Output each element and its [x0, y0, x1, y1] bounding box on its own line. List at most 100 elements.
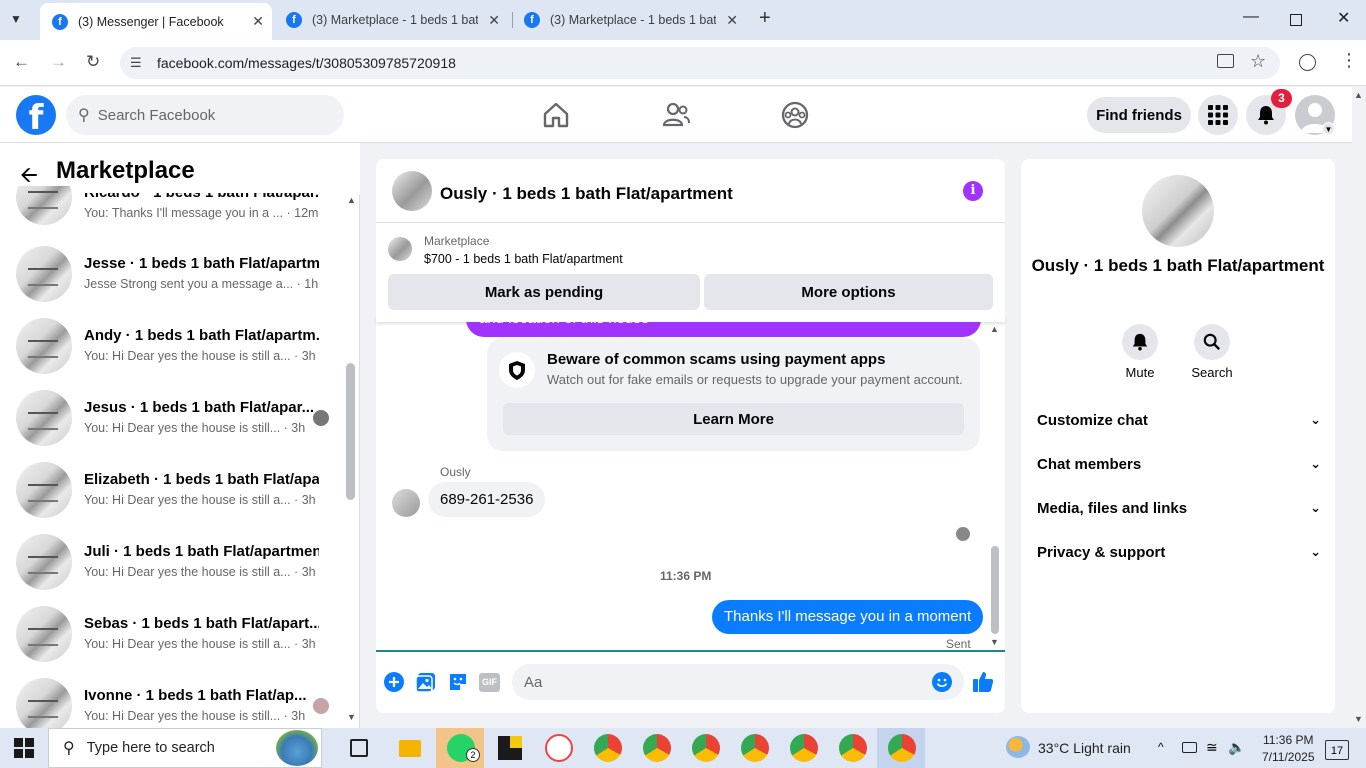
close-tab-icon[interactable]: ✕ [726, 12, 738, 29]
scroll-down-arrow-icon[interactable]: ▼ [990, 637, 999, 647]
conversation-item-elizabeth[interactable]: Elizabeth · 1 beds 1 bath Flat/apa... Yo… [0, 454, 345, 526]
conversation-item-ivonne[interactable]: Ivonne · 1 beds 1 bath Flat/ap... You: H… [0, 670, 345, 728]
gif-icon[interactable]: GIF [479, 673, 500, 692]
privacy-support-row[interactable]: Privacy & support ⌄ [1037, 544, 1321, 561]
incoming-message-bubble[interactable]: 689-261-2536 [428, 482, 546, 517]
read-receipt-avatar [313, 698, 329, 714]
scroll-up-arrow-icon[interactable]: ▲ [347, 195, 356, 205]
find-friends-button[interactable]: Find friends [1087, 97, 1191, 133]
windows-start-icon[interactable] [14, 738, 34, 758]
menu-grid-button[interactable] [1198, 95, 1238, 135]
task-view-icon[interactable] [350, 739, 368, 757]
conversation-item-ricardo[interactable]: Ricardo · 1 beds 1 bath Flat/apar... You… [0, 171, 345, 243]
tab-search-chevron-icon[interactable]: ▼ [10, 12, 22, 26]
browser-tab-marketplace-2[interactable]: f (3) Marketplace - 1 beds 1 bath ✕ [512, 0, 746, 40]
photo-icon[interactable] [415, 671, 437, 693]
chrome-profile-1-icon[interactable] [594, 734, 622, 762]
system-clock[interactable]: 11:36 PM 7/11/2025 [1262, 732, 1315, 766]
conversation-item-juli[interactable]: Juli · 1 beds 1 bath Flat/apartment You:… [0, 526, 345, 598]
listing-thumbnail[interactable] [388, 237, 412, 261]
sticker-icon[interactable] [447, 671, 469, 693]
site-info-icon[interactable]: ☰ [130, 55, 142, 71]
chat-scrollbar[interactable] [991, 546, 999, 634]
chrome-profile-6-icon[interactable] [839, 734, 867, 762]
search-icon: ⚲ [78, 107, 90, 124]
home-icon[interactable] [541, 100, 571, 130]
conversation-item-andy[interactable]: Andy · 1 beds 1 bath Flat/apartm... You:… [0, 310, 345, 382]
file-explorer-icon[interactable] [399, 740, 421, 757]
browser-tab-messenger[interactable]: f (3) Messenger | Facebook ✕ [40, 3, 272, 40]
message-timestamp: 11:36 PM [660, 569, 712, 583]
bell-icon [1132, 333, 1148, 351]
bookmark-star-icon[interactable]: ☆ [1250, 51, 1266, 72]
like-thumbs-up-icon[interactable] [972, 670, 994, 693]
url-text[interactable]: facebook.com/messages/t/3080530978572091… [157, 55, 456, 71]
wifi-icon[interactable]: ≅ [1206, 739, 1218, 756]
chrome-profile-4-icon[interactable] [741, 734, 769, 762]
listing-thumbnail [16, 606, 72, 662]
restore-icon[interactable] [1290, 14, 1302, 26]
mark-as-pending-button[interactable]: Mark as pending [388, 274, 700, 310]
listing-thumbnail [16, 186, 72, 225]
chat-members-row[interactable]: Chat members ⌄ [1037, 456, 1321, 473]
search-in-chat-button[interactable] [1194, 324, 1230, 360]
chevron-down-icon: ⌄ [1310, 544, 1321, 559]
new-tab-icon[interactable]: + [759, 7, 771, 30]
chrome-profile-3-icon[interactable] [692, 734, 720, 762]
info-icon[interactable]: i [963, 181, 983, 201]
browser-tab-marketplace-1[interactable]: f (3) Marketplace - 1 beds 1 bath ✕ [274, 0, 508, 40]
profile-icon[interactable] [1299, 54, 1316, 71]
listing-avatar[interactable] [1142, 175, 1214, 247]
scroll-up-arrow-icon[interactable]: ▲ [990, 324, 999, 334]
install-app-icon[interactable] [1217, 54, 1234, 68]
facebook-logo[interactable]: f [16, 95, 56, 138]
scroll-down-arrow-icon[interactable]: ▼ [347, 712, 356, 722]
account-chevron-icon[interactable]: ▼ [1322, 122, 1335, 135]
message-input[interactable]: Aa [512, 664, 964, 700]
forward-arrow-icon[interactable]: → [50, 52, 67, 72]
battery-icon[interactable] [1182, 742, 1197, 753]
page-scroll-down-icon[interactable]: ▼ [1354, 714, 1363, 724]
listing-thumbnail [16, 390, 72, 446]
chrome-profile-7-icon[interactable] [888, 734, 916, 762]
more-options-button[interactable]: More options [704, 274, 993, 310]
clock-time: 11:36 PM [1263, 733, 1314, 747]
emoji-icon[interactable] [932, 672, 952, 692]
close-tab-icon[interactable]: ✕ [488, 12, 500, 29]
close-tab-icon[interactable]: ✕ [252, 13, 264, 30]
chat-title[interactable]: Ously · 1 beds 1 bath Flat/apartment [440, 184, 733, 204]
add-plus-icon[interactable] [383, 671, 405, 693]
chrome-profile-5-icon[interactable] [790, 734, 818, 762]
shield-svg [509, 361, 525, 380]
paint-icon[interactable] [545, 734, 573, 762]
sender-avatar[interactable] [392, 489, 420, 517]
facebook-search-input[interactable]: ⚲ Search Facebook [66, 95, 344, 135]
sidebar-scrollbar[interactable] [346, 363, 355, 500]
chat-listing-avatar[interactable] [392, 171, 432, 211]
friends-icon[interactable] [661, 100, 691, 130]
volume-icon[interactable]: 🔈 [1228, 739, 1245, 756]
page-scroll-up-icon[interactable]: ▲ [1354, 90, 1363, 100]
learn-more-button[interactable]: Learn More [503, 403, 964, 435]
weather-text[interactable]: 33°C Light rain [1038, 740, 1131, 756]
mute-button[interactable] [1122, 324, 1158, 360]
show-hidden-icons-chevron[interactable]: ^ [1158, 740, 1164, 754]
weather-icon[interactable] [1006, 736, 1030, 758]
back-arrow-icon[interactable]: ← [13, 52, 30, 72]
conversation-item-jesse[interactable]: Jesse · 1 beds 1 bath Flat/apartm... Jes… [0, 238, 345, 310]
conversation-item-jesus[interactable]: Jesus · 1 beds 1 bath Flat/apar... You: … [0, 382, 345, 454]
customize-chat-row[interactable]: Customize chat ⌄ [1037, 412, 1321, 429]
outgoing-message-bubble[interactable]: Thanks I'll message you in a moment [712, 600, 984, 634]
action-center-notification-count[interactable]: 17 [1325, 740, 1349, 760]
conversation-item-sebas[interactable]: Sebas · 1 beds 1 bath Flat/apart... You:… [0, 598, 345, 670]
close-window-icon[interactable]: ✕ [1337, 8, 1350, 28]
chrome-menu-icon[interactable]: ⋮ [1340, 50, 1358, 71]
listing-price[interactable]: $700 - 1 beds 1 bath Flat/apartment [424, 252, 623, 266]
groups-icon[interactable] [780, 100, 810, 130]
whatsapp-badge: 2 [466, 748, 480, 762]
chrome-profile-2-icon[interactable] [643, 734, 671, 762]
media-files-links-row[interactable]: Media, files and links ⌄ [1037, 500, 1321, 517]
minimize-icon[interactable]: — [1243, 8, 1259, 26]
outgoing-message-bubble[interactable]: and location of this house [466, 322, 981, 337]
reload-icon[interactable]: ↻ [86, 52, 100, 72]
